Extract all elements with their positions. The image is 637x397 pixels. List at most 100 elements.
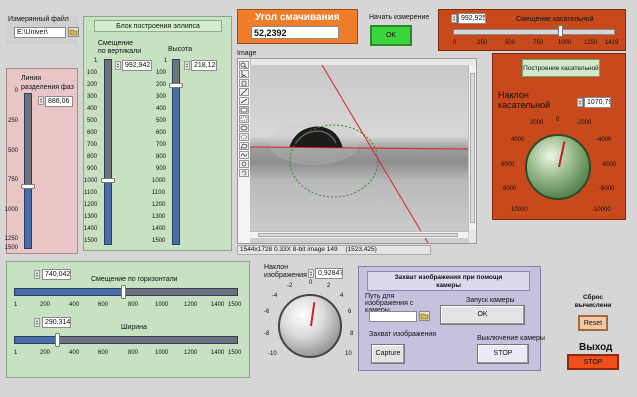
- slider-rest: [123, 289, 237, 295]
- freehand-icon[interactable]: [239, 151, 249, 159]
- phase-panel: Линия разделения фаз 886,06 0 250 500 75…: [4, 68, 78, 254]
- capture-path-input[interactable]: [369, 311, 417, 322]
- tick: 1: [14, 350, 18, 356]
- tick: -4: [272, 293, 278, 299]
- exit-stop-button[interactable]: STOP: [567, 354, 619, 370]
- rectangle-icon[interactable]: [239, 106, 249, 114]
- width-value[interactable]: 290,314: [42, 317, 71, 328]
- camera-stop-button[interactable]: STOP: [477, 344, 529, 364]
- tick: 0: [14, 88, 18, 94]
- angle-panel: Угол смачивания 52,2392: [237, 9, 358, 44]
- knob-pointer: [558, 141, 566, 168]
- height-slider-thumb[interactable]: [169, 83, 183, 88]
- tick: 400: [69, 350, 80, 356]
- slope-tangent-spin[interactable]: [577, 98, 583, 107]
- folder-icon[interactable]: [68, 27, 79, 37]
- knob-pointer: [310, 302, 316, 327]
- tangent-shift-thumb[interactable]: [558, 25, 563, 37]
- tick: 1000: [155, 302, 169, 308]
- image-status: 1544x1728 0.33X 8-bit image 149: [240, 246, 338, 253]
- slider-rest: [57, 337, 237, 343]
- tick: -8000: [599, 186, 615, 192]
- tick: 8: [350, 331, 354, 337]
- phase-value[interactable]: 886,06: [45, 96, 73, 107]
- image-vscrollbar[interactable]: [468, 65, 476, 230]
- hand-icon[interactable]: [239, 79, 249, 87]
- image-coords: (1523,425): [345, 246, 377, 253]
- tick: 200: [87, 82, 98, 88]
- slope-image-value[interactable]: 0,92847: [315, 268, 343, 279]
- file-path-input[interactable]: E:\Univer\: [14, 27, 66, 38]
- drop-image[interactable]: [250, 65, 469, 243]
- pencil-icon[interactable]: [239, 88, 249, 96]
- camera-start-button[interactable]: OK: [440, 305, 525, 325]
- tick: 1200: [184, 350, 198, 356]
- tick: 800: [128, 350, 139, 356]
- line-icon[interactable]: [239, 97, 249, 105]
- pointer-icon[interactable]: [239, 70, 249, 78]
- tick: 250: [477, 40, 488, 46]
- tick: 1500: [4, 245, 18, 251]
- vshift-slider[interactable]: [104, 59, 112, 245]
- tick: 200: [40, 350, 51, 356]
- capture-button[interactable]: Capture: [371, 344, 405, 364]
- phase-label: Линия разделения фаз: [21, 75, 74, 91]
- height-label: Высота: [168, 46, 193, 53]
- rotate-icon[interactable]: [239, 160, 249, 168]
- vshift-label: Смещение по вертикали: [98, 40, 142, 55]
- tick: 1500: [228, 302, 242, 308]
- ellipse-panel: Блок построения эллипса Смещение по верт…: [83, 16, 232, 251]
- hshift-value[interactable]: 740,042: [42, 269, 71, 280]
- start-ok-button[interactable]: OK: [370, 25, 412, 46]
- vshift-value[interactable]: 992,942: [122, 60, 152, 71]
- tick: 1: [94, 58, 98, 64]
- tangent-spin[interactable]: [451, 14, 457, 23]
- vshift-slider-thumb[interactable]: [101, 178, 115, 183]
- slope-tangent-value[interactable]: 1070,79: [584, 97, 611, 108]
- tick: 1500: [228, 350, 242, 356]
- folder-icon[interactable]: [419, 311, 430, 321]
- width-spin[interactable]: [34, 318, 40, 327]
- height-spin[interactable]: [184, 61, 190, 70]
- tick: 500: [7, 148, 18, 154]
- tick: 1200: [84, 202, 98, 208]
- tangent-shift-slider[interactable]: [453, 29, 615, 35]
- vshift-spin[interactable]: [115, 61, 121, 70]
- tick: 400: [69, 302, 80, 308]
- reset-button[interactable]: Reset: [578, 315, 608, 331]
- tick: 400: [87, 106, 98, 112]
- image-hscrollbar[interactable]: [250, 231, 468, 238]
- rectangle-icon[interactable]: [239, 115, 249, 123]
- tick: 100: [87, 70, 98, 76]
- tick: 900: [156, 166, 167, 172]
- slope-tangent-knob[interactable]: [525, 134, 591, 200]
- phase-spin[interactable]: [38, 96, 44, 105]
- width-slider[interactable]: [14, 336, 238, 344]
- polygon-icon[interactable]: [239, 142, 249, 150]
- tick: -10: [268, 351, 277, 357]
- slope-image-spin[interactable]: [308, 269, 314, 278]
- oval-icon[interactable]: [239, 124, 249, 132]
- file-label: Измерянный файл: [8, 16, 69, 23]
- tick: 400: [156, 106, 167, 112]
- zoom-icon[interactable]: [239, 61, 249, 69]
- hshift-spin[interactable]: [34, 270, 40, 279]
- hshift-panel: 740,042 Смещение по горизонтали 1 200 40…: [6, 261, 250, 378]
- height-value[interactable]: 218,125: [191, 60, 217, 71]
- tick: 1400: [211, 350, 225, 356]
- phase-slider-thumb[interactable]: [21, 184, 35, 189]
- phase-slider[interactable]: [24, 93, 32, 249]
- tangent-shift-value[interactable]: 992,925: [458, 13, 486, 24]
- slope-image-knob[interactable]: [278, 294, 342, 358]
- tick: -2000: [576, 120, 592, 126]
- oval-icon[interactable]: [239, 133, 249, 141]
- tick: 0: [556, 117, 560, 123]
- hshift-slider[interactable]: [14, 288, 238, 296]
- tick: 1200: [152, 202, 166, 208]
- scroll-thumb[interactable]: [258, 233, 458, 237]
- tick: 1400: [211, 302, 225, 308]
- width-slider-thumb[interactable]: [55, 333, 60, 347]
- rotate-icon[interactable]: [239, 169, 249, 177]
- scroll-thumb[interactable]: [470, 73, 475, 223]
- hshift-slider-thumb[interactable]: [121, 285, 126, 299]
